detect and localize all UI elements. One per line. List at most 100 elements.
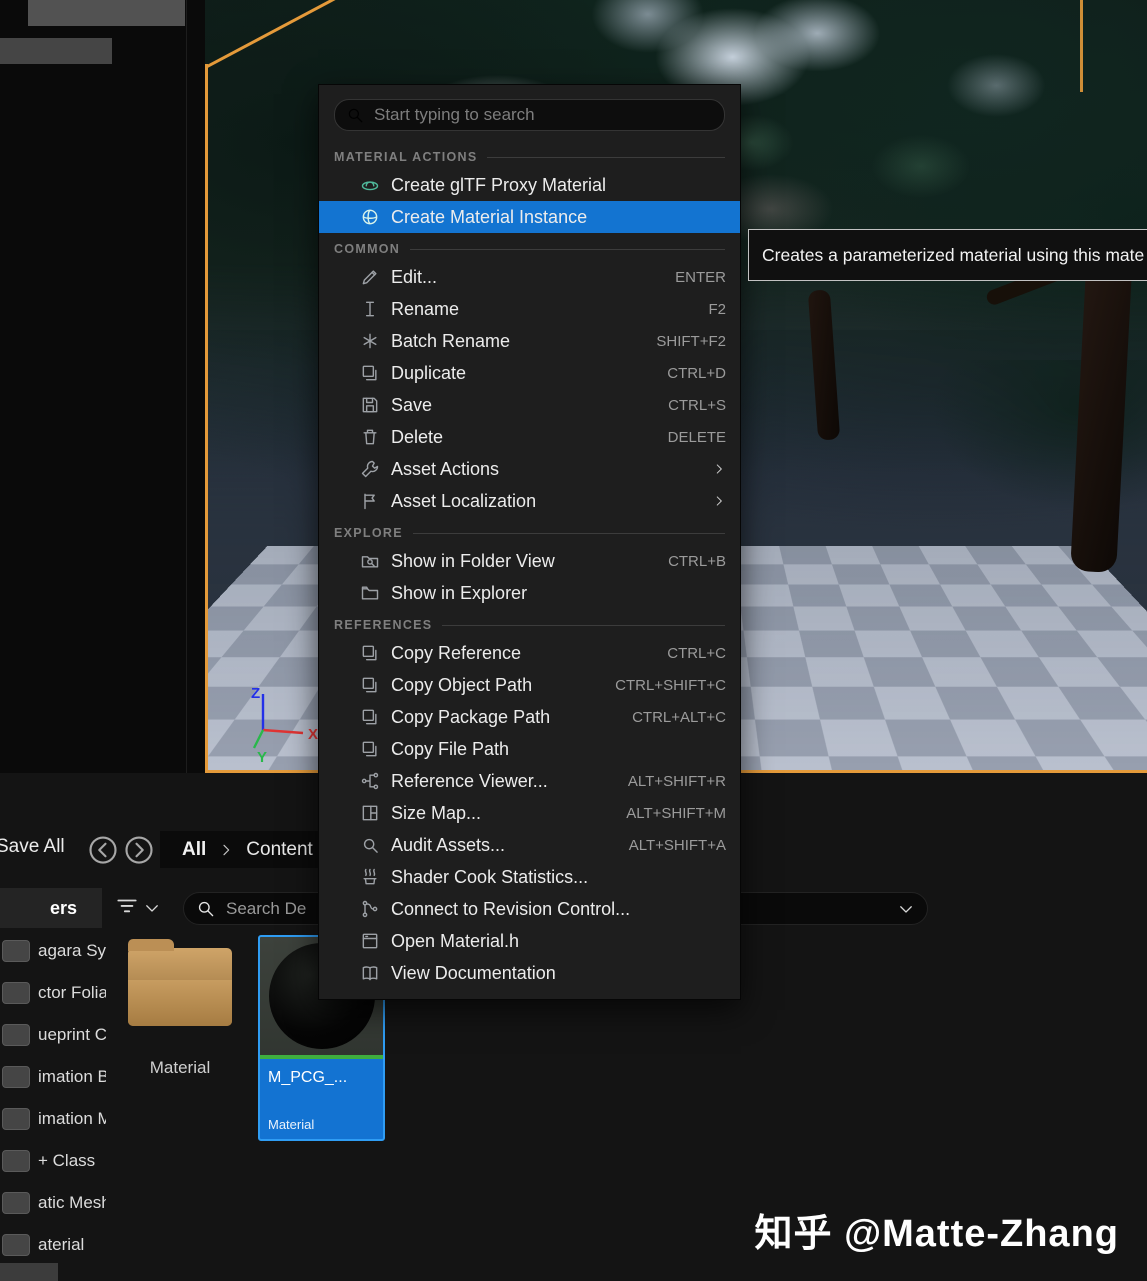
steam-icon [359,867,381,887]
trash-icon [359,427,381,447]
axis-gizmo: Z X Y [251,685,318,764]
left-panel [0,0,205,775]
menu-item-size-map[interactable]: Size Map... ALT+SHIFT+M [319,797,740,829]
menu-item-copy-object-path[interactable]: Copy Object Path CTRL+SHIFT+C [319,669,740,701]
reference-graph-icon [359,771,381,791]
left-panel-button-2[interactable] [0,38,112,64]
menu-item-label: Copy File Path [391,738,510,759]
forward-button[interactable] [124,835,154,865]
axis-z-label: Z [251,685,260,702]
size-map-icon [359,803,381,823]
filter-item-label: ueprint Cla [38,1025,106,1044]
filter-item-static-mesh[interactable]: atic Mesh [0,1182,106,1224]
menu-item-label: Connect to Revision Control... [391,898,631,919]
menu-item-label: Create Material Instance [391,206,588,227]
menu-item-show-in-explorer[interactable]: Show in Explorer [319,577,740,609]
filter-item-cpp-class[interactable]: + Class [0,1140,106,1182]
menu-item-audit-assets[interactable]: Audit Assets... ALT+SHIFT+A [319,829,740,861]
chevron-right-icon [710,462,726,476]
menu-section-header-references: REFERENCES [319,609,740,637]
filter-item-label: aterial [38,1235,85,1254]
menu-item-edit[interactable]: Edit... ENTER [319,261,740,293]
menu-item-view-documentation[interactable]: View Documentation [319,957,740,989]
filter-item-animation-b[interactable]: imation B [0,1056,106,1098]
menu-section-header-explore: EXPLORE [319,517,740,545]
filter-item-actor-foliage[interactable]: ctor Foliag [0,972,106,1014]
section-rule [410,248,725,250]
menu-item-batch-rename[interactable]: Batch Rename SHIFT+F2 [319,325,740,357]
menu-item-reference-viewer[interactable]: Reference Viewer... ALT+SHIFT+R [319,765,740,797]
menu-item-label: Delete [391,426,444,447]
wrench-icon [359,459,381,479]
tooltip: Creates a parameterized material using t… [748,229,1147,281]
asset-type-icon [2,1234,30,1256]
menu-item-shortcut: F2 [708,300,726,318]
menu-item-shader-cook-statistics[interactable]: Shader Cook Statistics... [319,861,740,893]
menu-item-copy-package-path[interactable]: Copy Package Path CTRL+ALT+C [319,701,740,733]
asset-name: M_PCG_... [268,1069,348,1086]
selection-outline-left [205,64,208,773]
menu-item-label: View Documentation [391,962,556,983]
menu-item-copy-reference[interactable]: Copy Reference CTRL+C [319,637,740,669]
menu-item-asset-localization[interactable]: Asset Localization [319,485,740,517]
duplicate-icon [359,363,381,383]
menu-item-shortcut: CTRL+S [668,396,726,414]
filter-item-niagara[interactable]: agara Sys [0,930,106,972]
file-icon [359,931,381,951]
filter-item-blueprint-class[interactable]: ueprint Cla [0,1014,106,1056]
menu-item-show-in-folder-view[interactable]: Show in Folder View CTRL+B [319,545,740,577]
save-icon [359,395,381,415]
material-sphere-icon [359,207,381,227]
copy-icon [359,707,381,727]
menu-item-open-material-h[interactable]: Open Material.h [319,925,740,957]
tooltip-text: Creates a parameterized material using t… [762,244,1145,265]
filter-button[interactable] [114,894,140,920]
left-panel-button[interactable] [28,0,185,26]
menu-item-asset-actions[interactable]: Asset Actions [319,453,740,485]
menu-item-label: Open Material.h [391,930,520,951]
menu-item-shortcut: ALT+SHIFT+M [626,804,726,822]
menu-item-rename[interactable]: Rename F2 [319,293,740,325]
copy-icon [359,675,381,695]
menu-item-label: Rename [391,298,460,319]
unreal-editor-window: Z X Y Creates a parameterized material u… [0,0,1147,1281]
breadcrumb-current[interactable]: Content [246,839,313,861]
asset-context-menu: MATERIAL ACTIONS Create glTF Proxy Mater… [318,84,741,1000]
filter-item-label: imation M [38,1109,106,1128]
filter-item-label: + Class [38,1151,96,1170]
search-icon [196,899,215,918]
menu-item-save[interactable]: Save CTRL+S [319,389,740,421]
filter-list: agara Sys ctor Foliag ueprint Cla imatio… [0,930,106,1266]
menu-item-shortcut: ALT+SHIFT+A [628,836,726,854]
save-all-button[interactable]: Save All [0,836,65,858]
menu-search-input[interactable] [372,104,713,126]
filter-item-animation-m[interactable]: imation M [0,1098,106,1140]
filter-item-material[interactable]: aterial [0,1224,106,1266]
menu-item-create-gltf-proxy-material[interactable]: Create glTF Proxy Material [319,169,740,201]
menu-item-duplicate[interactable]: Duplicate CTRL+D [319,357,740,389]
menu-item-copy-file-path[interactable]: Copy File Path [319,733,740,765]
section-rule [412,532,725,534]
filter-chevron-down-icon[interactable] [143,899,161,917]
menu-search-box[interactable] [334,99,725,131]
filter-item-label: ctor Foliag [38,983,106,1002]
menu-item-connect-to-revision-control[interactable]: Connect to Revision Control... [319,893,740,925]
menu-section-header-material-actions: MATERIAL ACTIONS [319,141,740,169]
menu-item-label: Create glTF Proxy Material [391,174,607,195]
filter-panel-header: ers [0,888,102,928]
menu-item-create-material-instance[interactable]: Create Material Instance [319,201,740,233]
menu-item-label: Copy Reference [391,642,522,663]
asset-type-icon [2,940,30,962]
menu-item-delete[interactable]: Delete DELETE [319,421,740,453]
asset-type-icon [2,1150,30,1172]
search-chevron-down-icon[interactable] [897,900,915,918]
breadcrumb-root[interactable]: All [182,839,206,861]
menu-item-label: Copy Object Path [391,674,533,695]
chevron-right-icon [710,494,726,508]
menu-item-shortcut: CTRL+SHIFT+C [615,676,726,694]
magnifier-icon [359,835,381,855]
menu-item-shortcut: SHIFT+F2 [656,332,726,350]
gltf-icon [359,175,381,195]
back-button[interactable] [88,835,118,865]
folder-tile-material[interactable]: Material [125,939,235,1078]
